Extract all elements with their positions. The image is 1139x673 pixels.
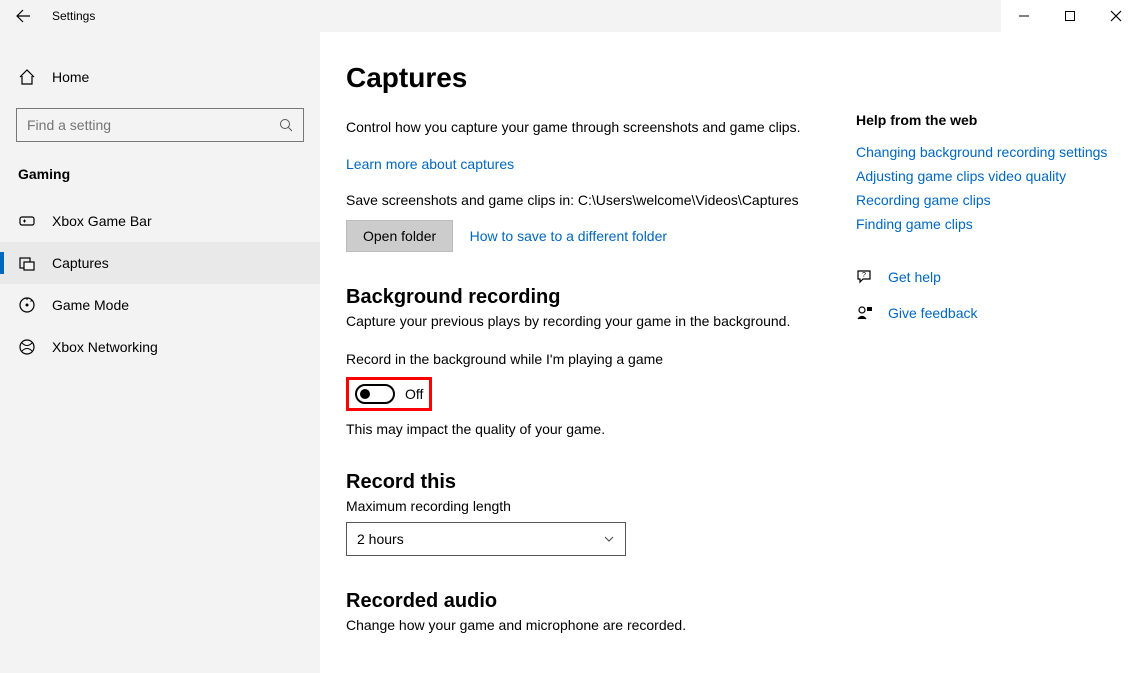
- minimize-icon: [1018, 10, 1030, 22]
- help-link-1[interactable]: Adjusting game clips video quality: [856, 168, 1113, 184]
- maximize-icon: [1064, 10, 1076, 22]
- max-length-select[interactable]: 2 hours: [346, 522, 626, 556]
- give-feedback-row[interactable]: Give feedback: [856, 304, 1113, 322]
- sidebar-item-xbox-game-bar[interactable]: Xbox Game Bar: [0, 200, 320, 242]
- content: Captures Control how you capture your ga…: [320, 32, 1139, 673]
- xbox-icon: [18, 338, 36, 356]
- sidebar-home[interactable]: Home: [0, 60, 320, 94]
- recorded-audio-heading: Recorded audio: [346, 590, 846, 613]
- search-box[interactable]: [16, 108, 304, 142]
- bg-toggle-label: Record in the background while I'm playi…: [346, 351, 846, 367]
- back-button[interactable]: [0, 0, 46, 32]
- help-web-heading: Help from the web: [856, 112, 1113, 128]
- help-chat-icon: ?: [856, 268, 874, 286]
- main-column: Captures Control how you capture your ga…: [346, 62, 846, 673]
- close-button[interactable]: [1093, 0, 1139, 32]
- page-title: Captures: [346, 62, 846, 94]
- sidebar-home-label: Home: [52, 69, 89, 85]
- back-arrow-icon: [15, 8, 31, 24]
- give-feedback-link[interactable]: Give feedback: [888, 305, 978, 321]
- close-icon: [1110, 10, 1122, 22]
- bg-recording-toggle[interactable]: [355, 384, 395, 404]
- record-this-heading: Record this: [346, 471, 846, 494]
- sidebar-item-label: Captures: [52, 255, 109, 271]
- aside-column: Help from the web Changing background re…: [846, 62, 1113, 673]
- window-title: Settings: [46, 9, 95, 23]
- help-link-3[interactable]: Finding game clips: [856, 216, 1113, 232]
- feedback-icon: [856, 304, 874, 322]
- bg-recording-desc: Capture your previous plays by recording…: [346, 313, 846, 329]
- toggle-knob: [360, 389, 370, 399]
- max-length-value: 2 hours: [357, 531, 404, 547]
- sidebar: Home Gaming Xbox Game Bar Captures Game …: [0, 32, 320, 673]
- recorded-audio-desc: Change how your game and microphone are …: [346, 617, 846, 633]
- sidebar-category: Gaming: [0, 166, 320, 200]
- bg-recording-heading: Background recording: [346, 286, 846, 309]
- sidebar-item-xbox-networking[interactable]: Xbox Networking: [0, 326, 320, 368]
- minimize-button[interactable]: [1001, 0, 1047, 32]
- save-different-folder-link[interactable]: How to save to a different folder: [470, 228, 667, 244]
- help-link-0[interactable]: Changing background recording settings: [856, 144, 1113, 160]
- title-bar: Settings: [0, 0, 1139, 32]
- chevron-down-icon: [603, 533, 615, 545]
- captures-icon: [18, 254, 36, 272]
- sidebar-item-label: Xbox Game Bar: [52, 213, 152, 229]
- maximize-button[interactable]: [1047, 0, 1093, 32]
- learn-more-link[interactable]: Learn more about captures: [346, 156, 514, 172]
- save-path-text: Save screenshots and game clips in: C:\U…: [346, 192, 846, 208]
- page-intro: Control how you capture your game throug…: [346, 118, 846, 138]
- open-folder-button[interactable]: Open folder: [346, 220, 453, 252]
- search-input[interactable]: [27, 117, 257, 133]
- sidebar-item-captures[interactable]: Captures: [0, 242, 320, 284]
- search-icon: [279, 118, 293, 132]
- get-help-row[interactable]: ? Get help: [856, 268, 1113, 286]
- home-icon: [18, 68, 36, 86]
- game-mode-icon: [18, 296, 36, 314]
- sidebar-item-label: Xbox Networking: [52, 339, 158, 355]
- game-bar-icon: [18, 212, 36, 230]
- get-help-link[interactable]: Get help: [888, 269, 941, 285]
- help-link-2[interactable]: Recording game clips: [856, 192, 1113, 208]
- sidebar-item-game-mode[interactable]: Game Mode: [0, 284, 320, 326]
- bg-toggle-highlight: Off: [346, 377, 432, 411]
- bg-recording-note: This may impact the quality of your game…: [346, 421, 846, 437]
- max-length-label: Maximum recording length: [346, 498, 846, 514]
- svg-text:?: ?: [862, 272, 866, 279]
- bg-toggle-value: Off: [405, 386, 423, 402]
- sidebar-item-label: Game Mode: [52, 297, 129, 313]
